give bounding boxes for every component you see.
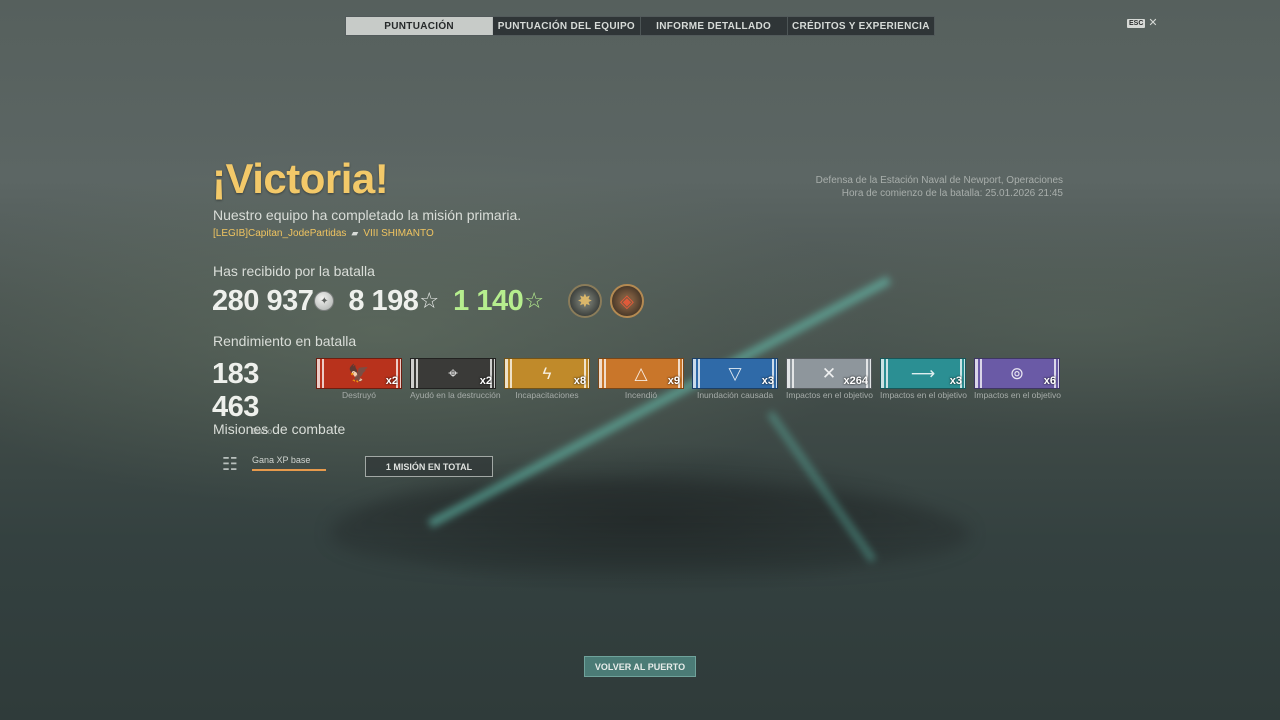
ribbon-label: Destruyó: [341, 390, 376, 400]
free-xp-value: 1 140: [453, 284, 524, 317]
ribbon-badge: ▽ x3: [692, 358, 778, 389]
ribbon-label: Ayudó en la destrucción: [410, 390, 501, 400]
ribbon-badge: ⌖ x2: [410, 358, 496, 389]
player-info: [LEGIB]Capitan_JodePartidas ▰ VIII SHIMA…: [213, 228, 434, 239]
ship-class-icon: ▰: [351, 228, 359, 238]
star-icon: ☆: [524, 288, 544, 313]
ribbon-count: x6: [1043, 375, 1056, 387]
esc-key-hint: ESC: [1127, 18, 1146, 28]
ribbon-badge: △ x9: [598, 358, 684, 389]
ribbon-item[interactable]: ▽ x3 Inundación causada: [692, 358, 778, 436]
received-rewards: 280 937 ✦ 8 198 ☆ 1 140 ☆ ✸ ◈: [212, 284, 644, 318]
damage-value: 183 463: [212, 358, 259, 423]
ribbon-label: Impactos en el objetivo: [786, 390, 873, 400]
missions-title: Misiones de combate: [213, 421, 346, 437]
ribbon-badge: ϟ x8: [504, 358, 590, 389]
ribbon-item[interactable]: ⊚ x6 Impactos en el objetivo: [974, 358, 1061, 436]
ribbon-label: Incendió: [624, 390, 658, 400]
ribbon-label: Impactos en el objetivo: [880, 390, 967, 400]
ribbon-item[interactable]: △ x9 Incendió: [598, 358, 684, 436]
missions-total-button[interactable]: 1 MISIÓN EN TOTAL: [365, 456, 493, 477]
base-xp-value: 8 198: [348, 284, 419, 317]
received-title: Has recibido por la batalla: [213, 263, 375, 279]
ribbon-item[interactable]: ✕ x264 Impactos en el objetivo: [786, 358, 873, 436]
ribbon-count: x3: [949, 375, 962, 387]
performance-title: Rendimiento en batalla: [213, 333, 357, 349]
ribbon-item[interactable]: ϟ x8 Incapacitaciones: [504, 358, 590, 436]
close-button[interactable]: ESC ✕: [1127, 17, 1158, 29]
tab-informe-detallado[interactable]: INFORME DETALLADO: [641, 17, 788, 35]
mission-item: ☷ Gana XP base 1 MISIÓN EN TOTAL: [218, 452, 493, 477]
battle-start-time: Hora de comienzo de la batalla: 25.01.20…: [841, 188, 1063, 199]
tab-puntuacion[interactable]: PUNTUACIÓN: [346, 17, 494, 35]
mission-info: Gana XP base: [252, 452, 326, 471]
ribbon-count: x2: [385, 375, 398, 387]
ribbon-count: x2: [479, 375, 492, 387]
ship-name: VIII SHIMANTO: [363, 228, 434, 239]
achievement-medal-icon[interactable]: ◈: [609, 284, 644, 318]
battle-mode: Defensa de la Estación Naval de Newport,…: [815, 175, 1063, 186]
coins-stack-icon: ☷: [221, 453, 239, 474]
ribbon-badge: 🦅 x2: [316, 358, 402, 389]
mission-label: Gana XP base: [252, 455, 311, 465]
mission-progress-bar: [252, 469, 326, 471]
ribbon-badge: ⊚ x6: [974, 358, 1060, 389]
ribbon-item[interactable]: ⟶ x3 Impactos en el objetivo: [880, 358, 967, 436]
star-icon: ☆: [419, 288, 440, 313]
result-title: ¡Victoria!: [212, 155, 389, 202]
ribbon-count: x3: [761, 375, 774, 387]
ribbon-count: x9: [667, 375, 680, 387]
ribbon-badge: ✕ x264: [786, 358, 872, 389]
ribbon-count: x264: [843, 375, 868, 387]
battle-info: Defensa de la Estación Naval de Newport,…: [816, 174, 1063, 200]
ribbon-label: Inundación causada: [696, 390, 774, 400]
ribbons-list: 🦅 x2 Destruyó ⌖ x2 Ayudó en la destrucción ϟ x8…: [316, 358, 1061, 436]
return-to-port-button[interactable]: VOLVER AL PUERTO: [584, 656, 696, 677]
ribbon-item[interactable]: ⌖ x2 Ayudó en la destrucción: [410, 358, 501, 436]
tab-puntuacion-equipo[interactable]: PUNTUACIÓN DEL EQUIPO: [493, 17, 641, 35]
result-subtitle: Nuestro equipo ha completado la misión p…: [213, 207, 522, 223]
ribbon-badge: ⟶ x3: [880, 358, 966, 389]
ribbon-count: x8: [573, 375, 586, 387]
ribbon-label: Impactos en el objetivo: [974, 390, 1061, 400]
tab-creditos-experiencia[interactable]: CRÉDITOS Y EXPERIENCIA: [788, 17, 934, 35]
credits-value: 280 937: [212, 284, 314, 317]
results-tabs: PUNTUACIÓN PUNTUACIÓN DEL EQUIPO INFORME…: [345, 16, 935, 36]
achievement-medal-icon[interactable]: ✸: [567, 284, 602, 318]
credits-icon: ✦: [314, 291, 335, 311]
close-icon: ✕: [1148, 17, 1158, 29]
player-name: [LEGIB]Capitan_JodePartidas: [213, 228, 347, 239]
ribbon-label: Incapacitaciones: [515, 390, 579, 400]
